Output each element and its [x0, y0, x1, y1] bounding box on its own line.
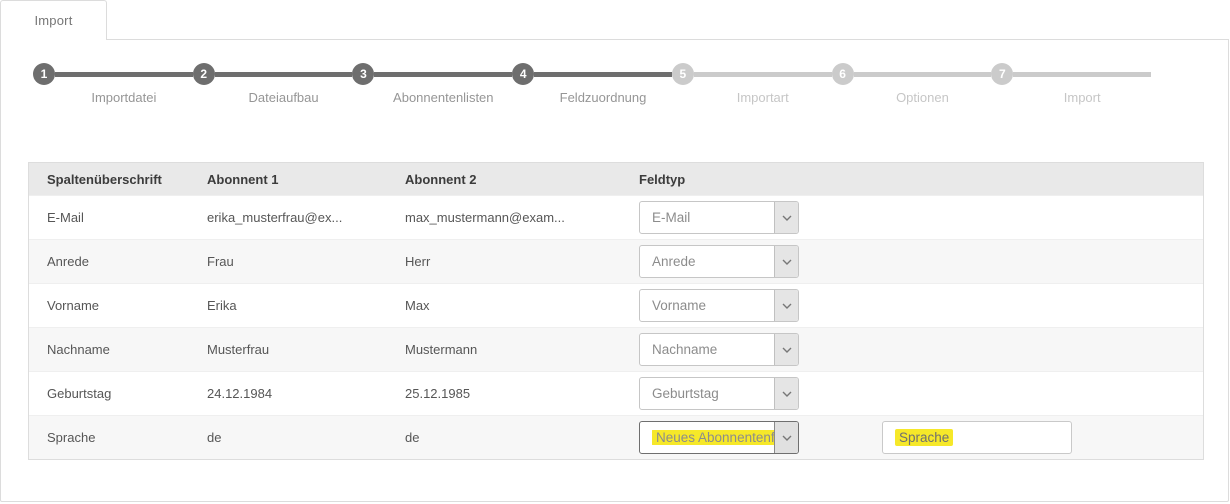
feldtyp-select-value: E-Mail: [640, 210, 774, 225]
step-connector-4: [534, 72, 672, 77]
step-number-1: 1: [33, 63, 55, 85]
step-label-feldzuordnung: Feldzuordnung: [534, 90, 672, 105]
header-abonnent-1: Abonnent 1: [207, 172, 405, 187]
feldtyp-select-geburtstag[interactable]: Geburtstag: [639, 377, 799, 410]
feldtyp-select-value: Vorname: [640, 298, 774, 313]
step-label-importart: Importart: [694, 90, 832, 105]
step-feldzuordnung[interactable]: 4 Feldzuordnung: [512, 63, 672, 85]
step-number-5: 5: [672, 63, 694, 85]
feldtyp-select-email[interactable]: E-Mail: [639, 201, 799, 234]
cell-abonnent-1: de: [207, 430, 405, 445]
table-row-sprache: Sprache de de Neues Abonnentenf Sprache: [29, 415, 1203, 459]
cell-column-name: Sprache: [29, 430, 207, 445]
step-abonnentenlisten[interactable]: 3 Abonnentenlisten: [352, 63, 512, 85]
step-importdatei[interactable]: 1 Importdatei: [33, 63, 193, 85]
cell-abonnent-2: de: [405, 430, 639, 445]
step-importart: 5 Importart: [672, 63, 832, 85]
feldtyp-select-anrede[interactable]: Anrede: [639, 245, 799, 278]
table-row-email: E-Mail erika_musterfrau@ex... max_muster…: [29, 195, 1203, 239]
cell-abonnent-2: max_mustermann@exam...: [405, 210, 639, 225]
table-row-anrede: Anrede Frau Herr Anrede: [29, 239, 1203, 283]
step-number-4: 4: [512, 63, 534, 85]
table-row-vorname: Vorname Erika Max Vorname: [29, 283, 1203, 327]
table-row-geburtstag: Geburtstag 24.12.1984 25.12.1985 Geburts…: [29, 371, 1203, 415]
step-connector-6: [854, 72, 992, 77]
cell-column-name: Geburtstag: [29, 386, 207, 401]
step-dateiaufbau[interactable]: 2 Dateiaufbau: [193, 63, 353, 85]
step-connector-2: [215, 72, 353, 77]
feldtyp-select-value: Geburtstag: [640, 386, 774, 401]
step-label-importdatei: Importdatei: [55, 90, 193, 105]
cell-abonnent-2: Max: [405, 298, 639, 313]
step-connector-1: [55, 72, 193, 77]
step-optionen: 6 Optionen: [832, 63, 992, 85]
chevron-down-icon: [774, 422, 798, 453]
new-field-name-value-highlighted: Sprache: [895, 429, 953, 446]
new-field-name-input[interactable]: Sprache: [882, 421, 1072, 454]
table-row-nachname: Nachname Musterfrau Mustermann Nachname: [29, 327, 1203, 371]
cell-abonnent-1: Frau: [207, 254, 405, 269]
step-label-import: Import: [1013, 90, 1151, 105]
cell-column-name: E-Mail: [29, 210, 207, 225]
tab-import[interactable]: Import: [0, 0, 107, 40]
cell-abonnent-1: erika_musterfrau@ex...: [207, 210, 405, 225]
chevron-down-icon: [774, 246, 798, 277]
feldtyp-select-value: Anrede: [640, 254, 774, 269]
step-label-dateiaufbau: Dateiaufbau: [215, 90, 353, 105]
import-wizard-page: Import 1 Importdatei 2 Dateiaufbau 3 Abo…: [0, 0, 1230, 504]
step-number-6: 6: [832, 63, 854, 85]
step-connector-7: [1013, 72, 1151, 77]
feldtyp-select-sprache[interactable]: Neues Abonnentenf: [639, 421, 799, 454]
step-number-3: 3: [352, 63, 374, 85]
cell-abonnent-2: Herr: [405, 254, 639, 269]
chevron-down-icon: [774, 202, 798, 233]
step-label-abonnentenlisten: Abonnentenlisten: [374, 90, 512, 105]
step-connector-5: [694, 72, 832, 77]
cell-abonnent-1: Erika: [207, 298, 405, 313]
wizard-stepper: 1 Importdatei 2 Dateiaufbau 3 Abonnenten…: [33, 63, 1151, 85]
header-spaltenueberschrift: Spaltenüberschrift: [29, 172, 207, 187]
step-number-2: 2: [193, 63, 215, 85]
step-import: 7 Import: [991, 63, 1151, 85]
cell-abonnent-1: Musterfrau: [207, 342, 405, 357]
cell-abonnent-2: Mustermann: [405, 342, 639, 357]
tab-import-label: Import: [34, 13, 72, 28]
cell-abonnent-1: 24.12.1984: [207, 386, 405, 401]
cell-column-name: Anrede: [29, 254, 207, 269]
chevron-down-icon: [774, 290, 798, 321]
chevron-down-icon: [774, 378, 798, 409]
cell-column-name: Nachname: [29, 342, 207, 357]
header-abonnent-2: Abonnent 2: [405, 172, 639, 187]
table-header-row: Spaltenüberschrift Abonnent 1 Abonnent 2…: [29, 163, 1203, 195]
feldtyp-select-vorname[interactable]: Vorname: [639, 289, 799, 322]
feldtyp-select-value: Nachname: [640, 342, 774, 357]
feldtyp-select-nachname[interactable]: Nachname: [639, 333, 799, 366]
step-connector-3: [374, 72, 512, 77]
header-feldtyp: Feldtyp: [639, 172, 1203, 187]
step-number-7: 7: [991, 63, 1013, 85]
feldtyp-select-value-highlighted: Neues Abonnentenf: [652, 430, 774, 445]
chevron-down-icon: [774, 334, 798, 365]
cell-column-name: Vorname: [29, 298, 207, 313]
wizard-panel: 1 Importdatei 2 Dateiaufbau 3 Abonnenten…: [0, 39, 1229, 502]
step-label-optionen: Optionen: [854, 90, 992, 105]
field-mapping-table: Spaltenüberschrift Abonnent 1 Abonnent 2…: [28, 162, 1204, 460]
cell-abonnent-2: 25.12.1985: [405, 386, 639, 401]
